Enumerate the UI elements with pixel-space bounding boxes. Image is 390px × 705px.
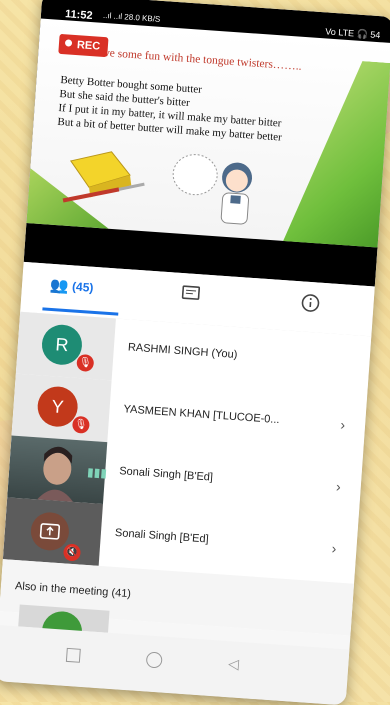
battery-indicator: 54 bbox=[370, 30, 381, 41]
slide-decoration bbox=[277, 56, 390, 248]
chevron-right-icon[interactable]: › bbox=[340, 416, 346, 432]
chevron-right-icon[interactable]: › bbox=[336, 478, 342, 494]
participant-name: RASHMI SINGH (You) bbox=[128, 341, 238, 361]
participant-video: ▮▮▮ bbox=[7, 435, 107, 504]
recording-badge: REC bbox=[58, 34, 109, 57]
people-icon: 👥 bbox=[49, 277, 69, 295]
participant-name: YASMEEN KHAN [TLUCOE-0... bbox=[123, 403, 280, 426]
girl-illustration bbox=[206, 156, 266, 235]
participant-tile: 🔇 bbox=[3, 497, 103, 566]
system-nav-bar: ◁ bbox=[0, 625, 349, 705]
tab-chat[interactable] bbox=[181, 285, 200, 305]
tab-info[interactable] bbox=[301, 293, 320, 315]
recents-icon[interactable] bbox=[66, 648, 81, 663]
participant-name: Sonali Singh [B'Ed] bbox=[115, 527, 209, 546]
status-time: 11:52 bbox=[65, 8, 93, 22]
participant-name: Sonali Singh [B'Ed] bbox=[119, 465, 213, 484]
back-icon[interactable]: ◁ bbox=[228, 655, 240, 673]
volume-off-icon: 🔇 bbox=[63, 543, 81, 561]
chat-icon bbox=[181, 285, 200, 302]
participant-tile: Y 🎙 bbox=[12, 374, 112, 443]
mic-off-icon: 🎙 bbox=[76, 354, 94, 372]
status-signal: ..ıl ..ıl 28.0 KB/S bbox=[103, 11, 161, 24]
participant-tile: R 🎙 bbox=[16, 312, 116, 381]
presentation-area[interactable]: Let's have some fun with the tongue twis… bbox=[24, 0, 390, 286]
chevron-right-icon[interactable]: › bbox=[331, 540, 337, 556]
butter-knife-illustration bbox=[57, 140, 152, 216]
home-icon[interactable] bbox=[146, 651, 163, 668]
phone-screen: Let's have some fun with the tongue twis… bbox=[0, 0, 390, 705]
screen-share-icon bbox=[30, 511, 71, 552]
mic-off-icon: 🎙 bbox=[72, 416, 90, 434]
record-dot-icon bbox=[65, 39, 72, 46]
info-icon bbox=[301, 293, 320, 312]
avatar bbox=[30, 511, 71, 552]
tab-people[interactable]: 👥 (45) bbox=[49, 276, 94, 297]
speaking-indicator-icon: ▮▮▮ bbox=[87, 465, 108, 480]
headphone-icon: 🎧 bbox=[356, 29, 368, 40]
